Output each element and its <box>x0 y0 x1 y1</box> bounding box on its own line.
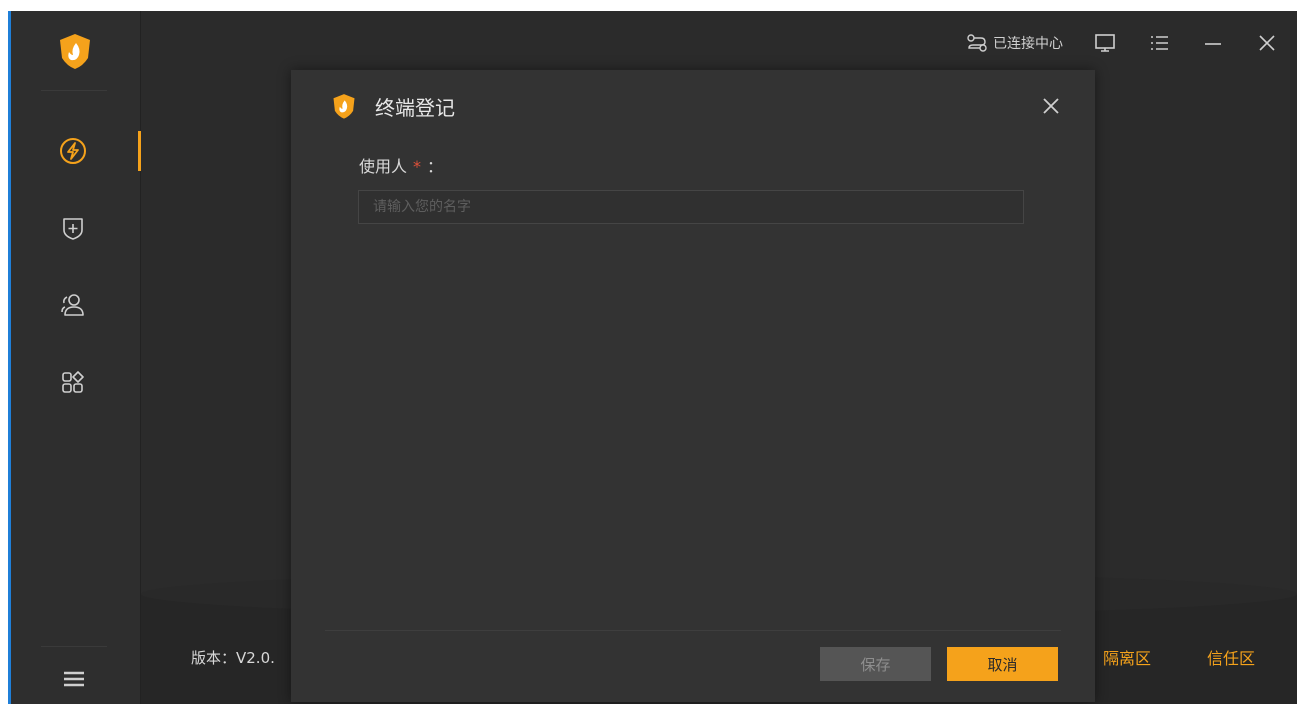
dialog-title: 终端登记 <box>375 96 455 120</box>
dialog-divider <box>325 630 1061 631</box>
sidebar-item-apps[interactable] <box>53 363 93 403</box>
users-icon <box>61 294 84 316</box>
save-button[interactable]: 保存 <box>820 647 931 681</box>
sidebar-item-protection[interactable] <box>53 131 93 171</box>
user-name-input[interactable] <box>358 190 1024 224</box>
trust-zone-link[interactable]: 信任区 <box>1207 645 1255 669</box>
close-window-button[interactable] <box>1255 31 1279 55</box>
app-logo-icon <box>60 34 90 69</box>
feedback-button[interactable] <box>1093 31 1117 55</box>
lightning-icon <box>60 138 86 164</box>
minimize-icon <box>1205 43 1221 45</box>
menu-button[interactable] <box>1147 31 1171 55</box>
register-dialog: 终端登记 使用人 * ： 保存 取消 <box>291 70 1095 702</box>
apps-icon <box>62 371 84 393</box>
connection-status-text: 已连接中心 <box>993 36 1063 52</box>
monitor-icon <box>1095 34 1115 52</box>
user-field-label: 使用人 * ： <box>359 153 443 177</box>
sidebar-item-users[interactable] <box>53 285 93 325</box>
title-bar: 已连接中心 <box>966 31 1279 55</box>
connection-status[interactable]: 已连接中心 <box>966 33 1063 53</box>
user-field-label-text: 使用人 <box>359 157 408 176</box>
sidebar-divider <box>41 90 107 91</box>
required-mark: * <box>413 157 422 176</box>
list-icon <box>1151 36 1168 50</box>
quarantine-link[interactable]: 隔离区 <box>1103 645 1151 669</box>
dialog-close-icon[interactable] <box>1039 94 1063 118</box>
version-label: 版本：V2.0. <box>191 649 275 667</box>
cancel-button[interactable]: 取消 <box>947 647 1058 681</box>
sidebar <box>11 11 141 704</box>
shield-plus-icon <box>63 218 83 240</box>
connection-icon <box>967 34 987 52</box>
app-window: 已连接中心 版本：V2.0. 隔离区 信任区 终端登记 使用人 * ： 请输入您… <box>8 11 1297 704</box>
minimize-button[interactable] <box>1201 31 1225 55</box>
close-icon <box>1259 35 1275 51</box>
hamburger-menu-icon[interactable] <box>58 663 90 695</box>
dialog-logo-icon <box>333 94 355 119</box>
sidebar-bottom-divider <box>41 646 107 647</box>
label-colon: ： <box>427 157 444 176</box>
sidebar-item-repair[interactable] <box>53 208 93 248</box>
